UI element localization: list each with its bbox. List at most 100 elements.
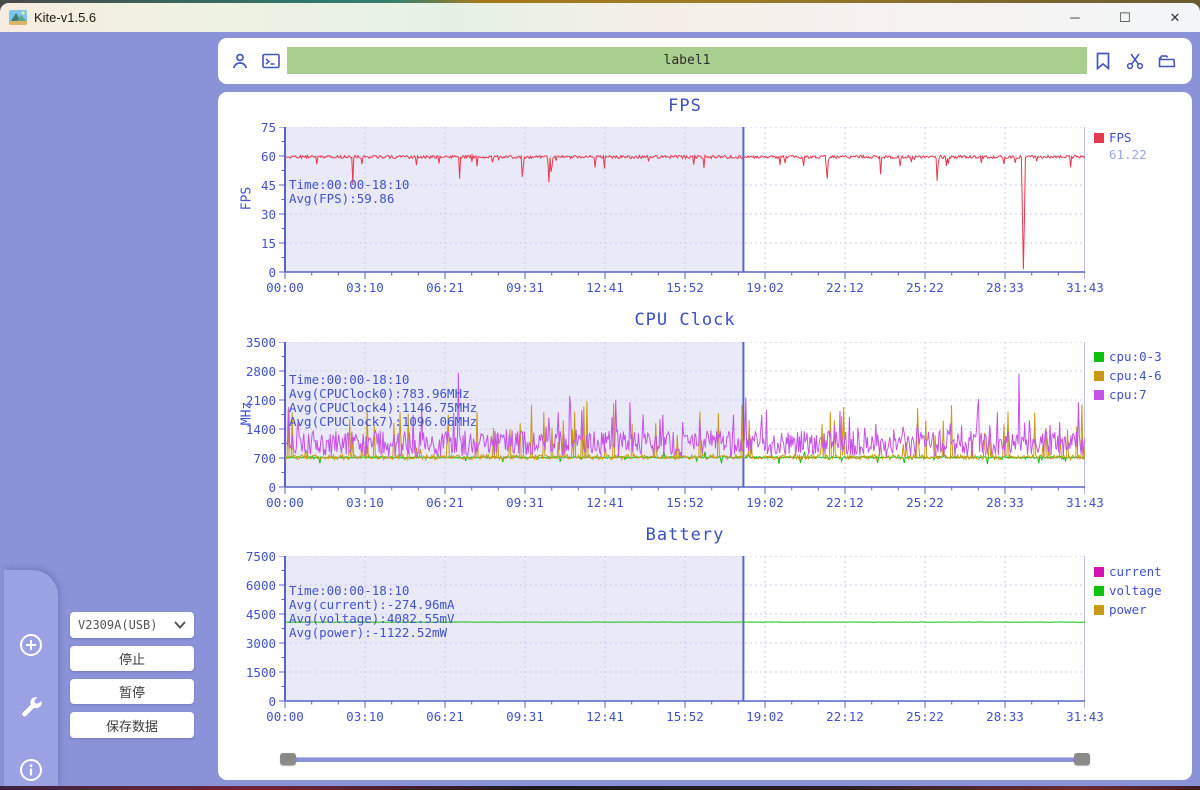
fps-x-tick-label: 00:00 <box>253 280 317 295</box>
legend-label: cpu:4-6 <box>1109 368 1162 383</box>
fps-legend-item[interactable]: FPS <box>1094 128 1147 147</box>
device-select[interactable]: V2309A(USB) <box>70 612 194 638</box>
cpu-chart-title: CPU Clock <box>385 310 985 330</box>
battery-x-tick-label: 15:52 <box>653 709 717 724</box>
legend-label: current <box>1109 564 1162 579</box>
cpu-legend-item[interactable]: cpu:7 <box>1094 385 1162 404</box>
cpu-x-tick-label: 06:21 <box>413 495 477 510</box>
app-window: Kite-v1.5.6 ─ ☐ ✕ V2309A(USB) 停止 <box>0 3 1200 786</box>
fps-y-tick-label: 15 <box>224 236 276 251</box>
folder-icon[interactable] <box>1156 50 1178 72</box>
fps-x-tick-label: 31:43 <box>1053 280 1117 295</box>
fps-x-tick-label: 03:10 <box>333 280 397 295</box>
main-area: V2309A(USB) 停止 暂停 保存数据 label1 <box>0 32 1200 786</box>
legend-swatch-icon <box>1094 605 1104 615</box>
user-icon[interactable] <box>229 50 251 72</box>
battery-legend: current voltage power <box>1094 562 1162 619</box>
legend-swatch-icon <box>1094 371 1104 381</box>
time-range-slider <box>280 752 1090 766</box>
legend-label: cpu:7 <box>1109 387 1147 402</box>
battery-stats-annotation: Time:00:00-18:10 Avg(current):-274.96mA … <box>289 584 455 640</box>
pause-button-label: 暂停 <box>119 682 145 701</box>
battery-chart-title: Battery <box>385 525 985 545</box>
battery-x-tick-label: 12:41 <box>573 709 637 724</box>
cpu-x-tick-label: 00:00 <box>253 495 317 510</box>
legend-swatch-icon <box>1094 352 1104 362</box>
maximize-button[interactable]: ☐ <box>1100 3 1150 32</box>
legend-label: cpu:0-3 <box>1109 349 1162 364</box>
pause-button[interactable]: 暂停 <box>70 679 194 704</box>
titlebar: Kite-v1.5.6 ─ ☐ ✕ <box>0 3 1200 32</box>
fps-y-tick-label: 30 <box>224 207 276 222</box>
legend-swatch-icon <box>1094 133 1104 143</box>
battery-x-tick-label: 28:33 <box>973 709 1037 724</box>
legend-label: voltage <box>1109 583 1162 598</box>
cpu-stats-annotation: Time:00:00-18:10 Avg(CPUClock0):783.96MH… <box>289 373 477 429</box>
battery-legend-item[interactable]: voltage <box>1094 581 1162 600</box>
stop-button[interactable]: 停止 <box>70 646 194 671</box>
cpu-legend: cpu:0-3 cpu:4-6 cpu:7 <box>1094 347 1162 404</box>
fps-x-tick-label: 22:12 <box>813 280 877 295</box>
save-data-button[interactable]: 保存数据 <box>70 712 194 738</box>
console-icon[interactable] <box>260 50 282 72</box>
cpu-legend-item[interactable]: cpu:0-3 <box>1094 347 1162 366</box>
info-icon[interactable] <box>17 756 45 784</box>
battery-y-tick-label: 7500 <box>224 549 276 564</box>
toolbar-panel: label1 <box>218 38 1192 84</box>
fps-x-tick-label: 25:22 <box>893 280 957 295</box>
battery-y-tick-label: 3000 <box>224 636 276 651</box>
tools-wrench-icon[interactable] <box>17 693 45 721</box>
add-icon[interactable] <box>17 631 45 659</box>
cpu-x-tick-label: 31:43 <box>1053 495 1117 510</box>
device-select-value: V2309A(USB) <box>78 618 157 632</box>
cpu-legend-item[interactable]: cpu:4-6 <box>1094 366 1162 385</box>
cpu-y-tick-label: 1400 <box>224 422 276 437</box>
legend-label: power <box>1109 602 1147 617</box>
cut-scissors-icon[interactable] <box>1124 50 1146 72</box>
battery-x-tick-label: 22:12 <box>813 709 877 724</box>
legend-swatch-icon <box>1094 586 1104 596</box>
battery-legend-item[interactable]: power <box>1094 600 1162 619</box>
battery-legend-item[interactable]: current <box>1094 562 1162 581</box>
cpu-x-tick-label: 03:10 <box>333 495 397 510</box>
battery-x-tick-label: 25:22 <box>893 709 957 724</box>
cpu-y-tick-label: 3500 <box>224 335 276 350</box>
battery-x-tick-label: 31:43 <box>1053 709 1117 724</box>
cpu-x-tick-label: 09:31 <box>493 495 557 510</box>
battery-x-tick-label: 03:10 <box>333 709 397 724</box>
cpu-y-tick-label: 2100 <box>224 393 276 408</box>
cpu-x-tick-label: 19:02 <box>733 495 797 510</box>
legend-swatch-icon <box>1094 567 1104 577</box>
chart-panel: FPSFPS7560453015000:0003:1006:2109:3112:… <box>218 92 1192 780</box>
window-title: Kite-v1.5.6 <box>34 10 96 25</box>
slider-track[interactable] <box>286 757 1084 762</box>
legend-label: FPS <box>1109 130 1132 145</box>
minimize-button[interactable]: ─ <box>1050 3 1100 32</box>
battery-x-tick-label: 19:02 <box>733 709 797 724</box>
legend-swatch-icon <box>1094 390 1104 400</box>
fps-y-tick-label: 75 <box>224 120 276 135</box>
battery-y-tick-label: 6000 <box>224 578 276 593</box>
cpu-x-tick-label: 12:41 <box>573 495 637 510</box>
cpu-y-tick-label: 700 <box>224 451 276 466</box>
fps-y-tick-label: 0 <box>224 265 276 280</box>
battery-x-tick-label: 00:00 <box>253 709 317 724</box>
battery-y-tick-label: 4500 <box>224 607 276 622</box>
slider-handle-left[interactable] <box>280 753 296 765</box>
bookmark-icon[interactable] <box>1092 50 1114 72</box>
label-bar[interactable]: label1 <box>287 47 1087 74</box>
app-icon <box>9 10 27 25</box>
stop-button-label: 停止 <box>119 649 145 668</box>
fps-x-tick-label: 06:21 <box>413 280 477 295</box>
battery-y-tick-label: 0 <box>224 694 276 709</box>
cpu-x-tick-label: 22:12 <box>813 495 877 510</box>
fps-legend: FPS61.22 <box>1094 128 1147 162</box>
fps-x-tick-label: 09:31 <box>493 280 557 295</box>
close-button[interactable]: ✕ <box>1150 3 1200 32</box>
cpu-y-tick-label: 2800 <box>224 364 276 379</box>
cpu-x-tick-label: 15:52 <box>653 495 717 510</box>
battery-y-tick-label: 1500 <box>224 665 276 680</box>
slider-handle-right[interactable] <box>1074 753 1090 765</box>
label-bar-text: label1 <box>664 53 711 68</box>
fps-x-tick-label: 12:41 <box>573 280 637 295</box>
